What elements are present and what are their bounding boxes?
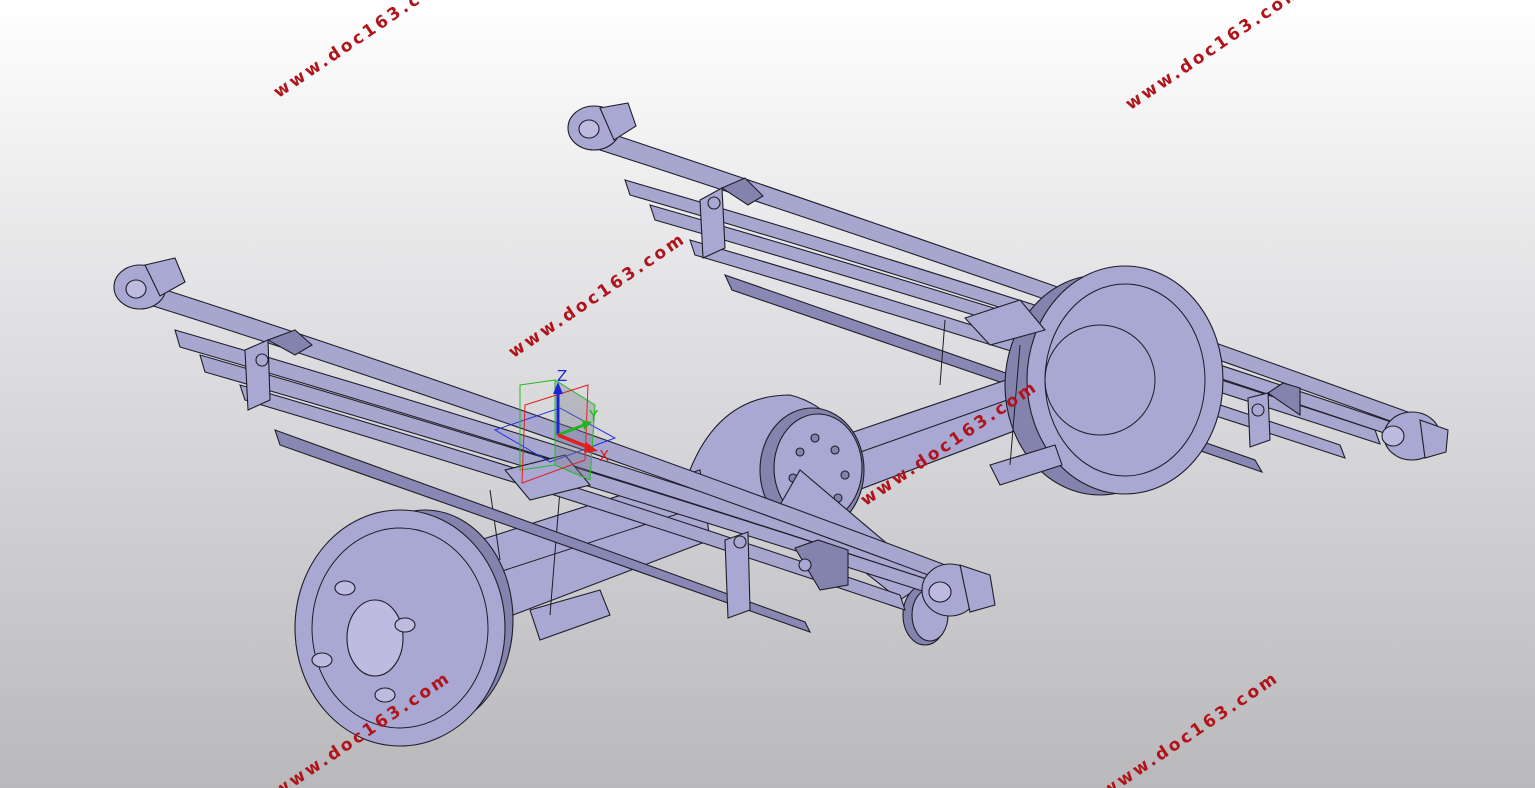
rear-spring-rear-eye (1381, 411, 1449, 461)
front-spring-rear-eye (921, 563, 996, 617)
triad-y-label: Y (588, 407, 599, 425)
rear-axle-leaf-spring-assembly[interactable]: Z Y X (0, 0, 1535, 788)
triad-z-label: Z (557, 367, 567, 385)
3d-viewport[interactable]: Z Y X www.doc163.com www.doc163.com www.… (0, 0, 1535, 788)
triad-x-label: X (599, 447, 609, 465)
